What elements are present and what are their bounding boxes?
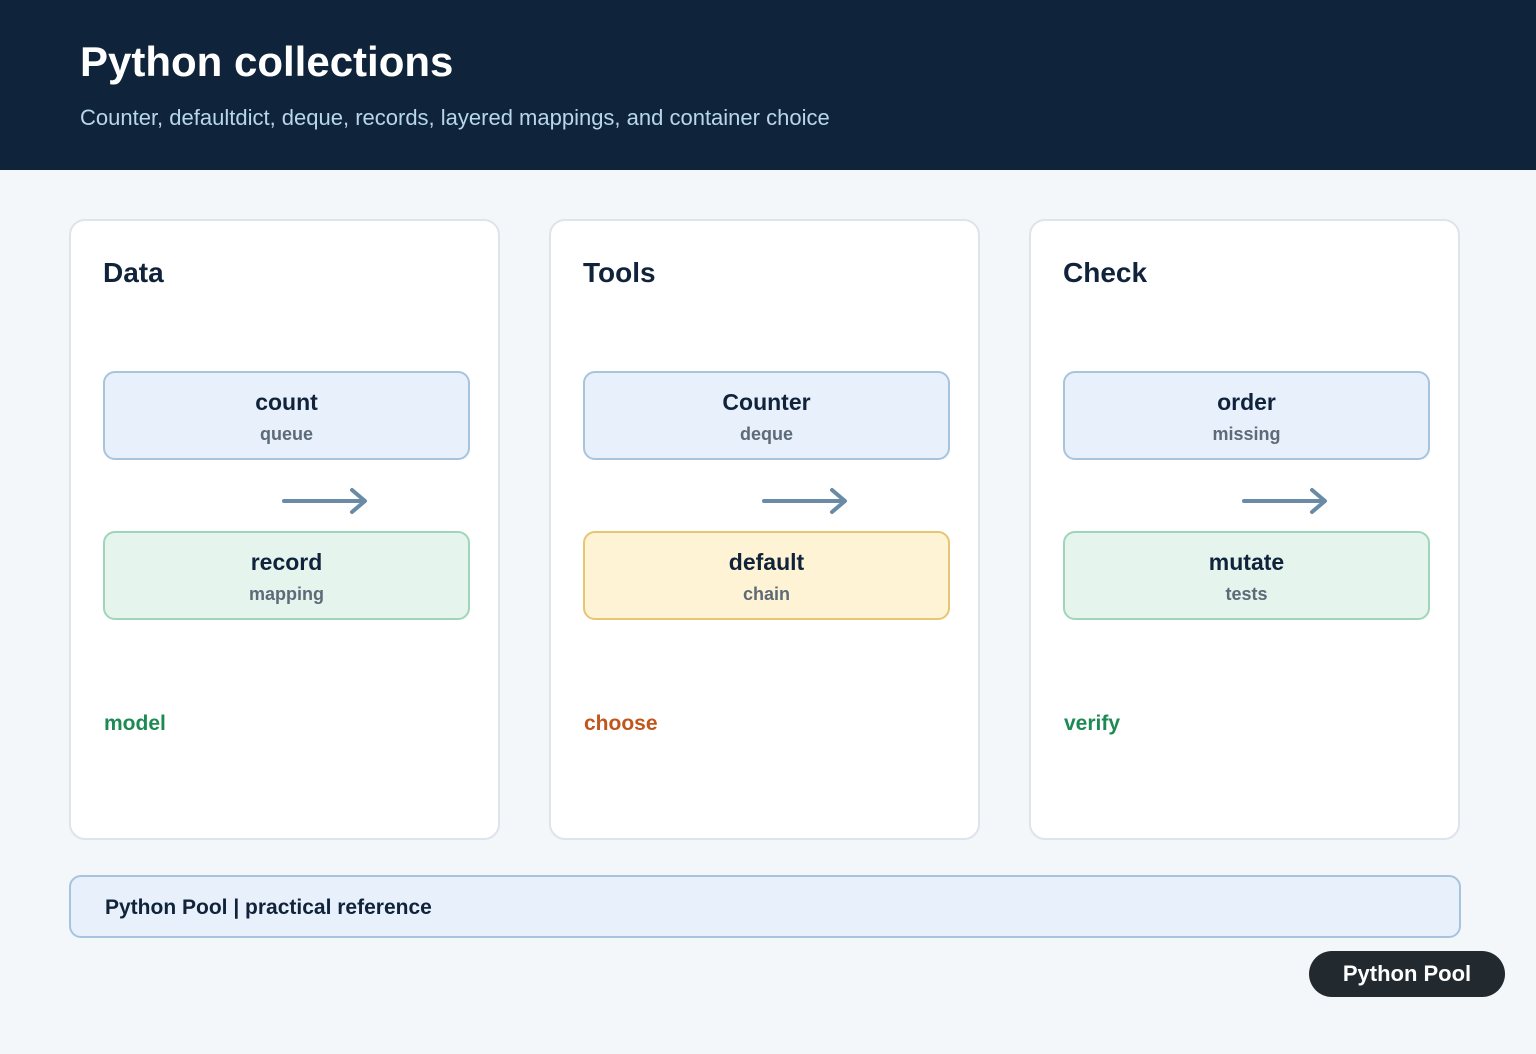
panel-tools: Tools Counter deque default chain choose (549, 219, 980, 840)
top-box: order missing (1063, 371, 1430, 460)
box-sub-label: deque (739, 424, 793, 444)
bottom-box: record mapping (103, 531, 470, 620)
box-sub-label: queue (259, 424, 313, 444)
page-title: Python collections (80, 38, 454, 85)
arrow-right-icon (1242, 488, 1327, 514)
arrow-right-icon (762, 488, 847, 514)
box-main-label: mutate (1208, 549, 1285, 575)
page-header: Python collections Counter, defaultdict,… (0, 0, 1536, 170)
box-main-label: order (1217, 389, 1276, 415)
panel-tag: choose (584, 712, 658, 735)
box-sub-label: chain (742, 584, 790, 604)
page-subtitle: Counter, defaultdict, deque, records, la… (80, 105, 830, 130)
box-main-label: record (250, 549, 323, 575)
top-box: count queue (103, 371, 470, 460)
box-sub-label: mapping (249, 584, 324, 604)
panel-title: Data (103, 257, 164, 288)
panel-title: Tools (583, 257, 656, 288)
arrow-right-icon (282, 488, 367, 514)
box-sub-label: missing (1212, 424, 1281, 444)
box-main-label: Counter (722, 389, 811, 415)
footer-bar: Python Pool | practical reference (69, 875, 1461, 938)
brand-badge: Python Pool (1309, 951, 1505, 997)
panel-data: Data count queue record mapping model (69, 219, 500, 840)
panel-title: Check (1063, 257, 1148, 288)
box-main-label: default (728, 549, 805, 575)
box-sub-label: tests (1225, 584, 1268, 604)
bottom-box: default chain (583, 531, 950, 620)
panel-tag: verify (1064, 712, 1121, 735)
top-box: Counter deque (583, 371, 950, 460)
bottom-box: mutate tests (1063, 531, 1430, 620)
panel-tag: model (104, 712, 166, 735)
footer-text: Python Pool | practical reference (105, 896, 432, 919)
panel-check: Check order missing mutate tests verify (1029, 219, 1460, 840)
box-main-label: count (255, 389, 318, 415)
